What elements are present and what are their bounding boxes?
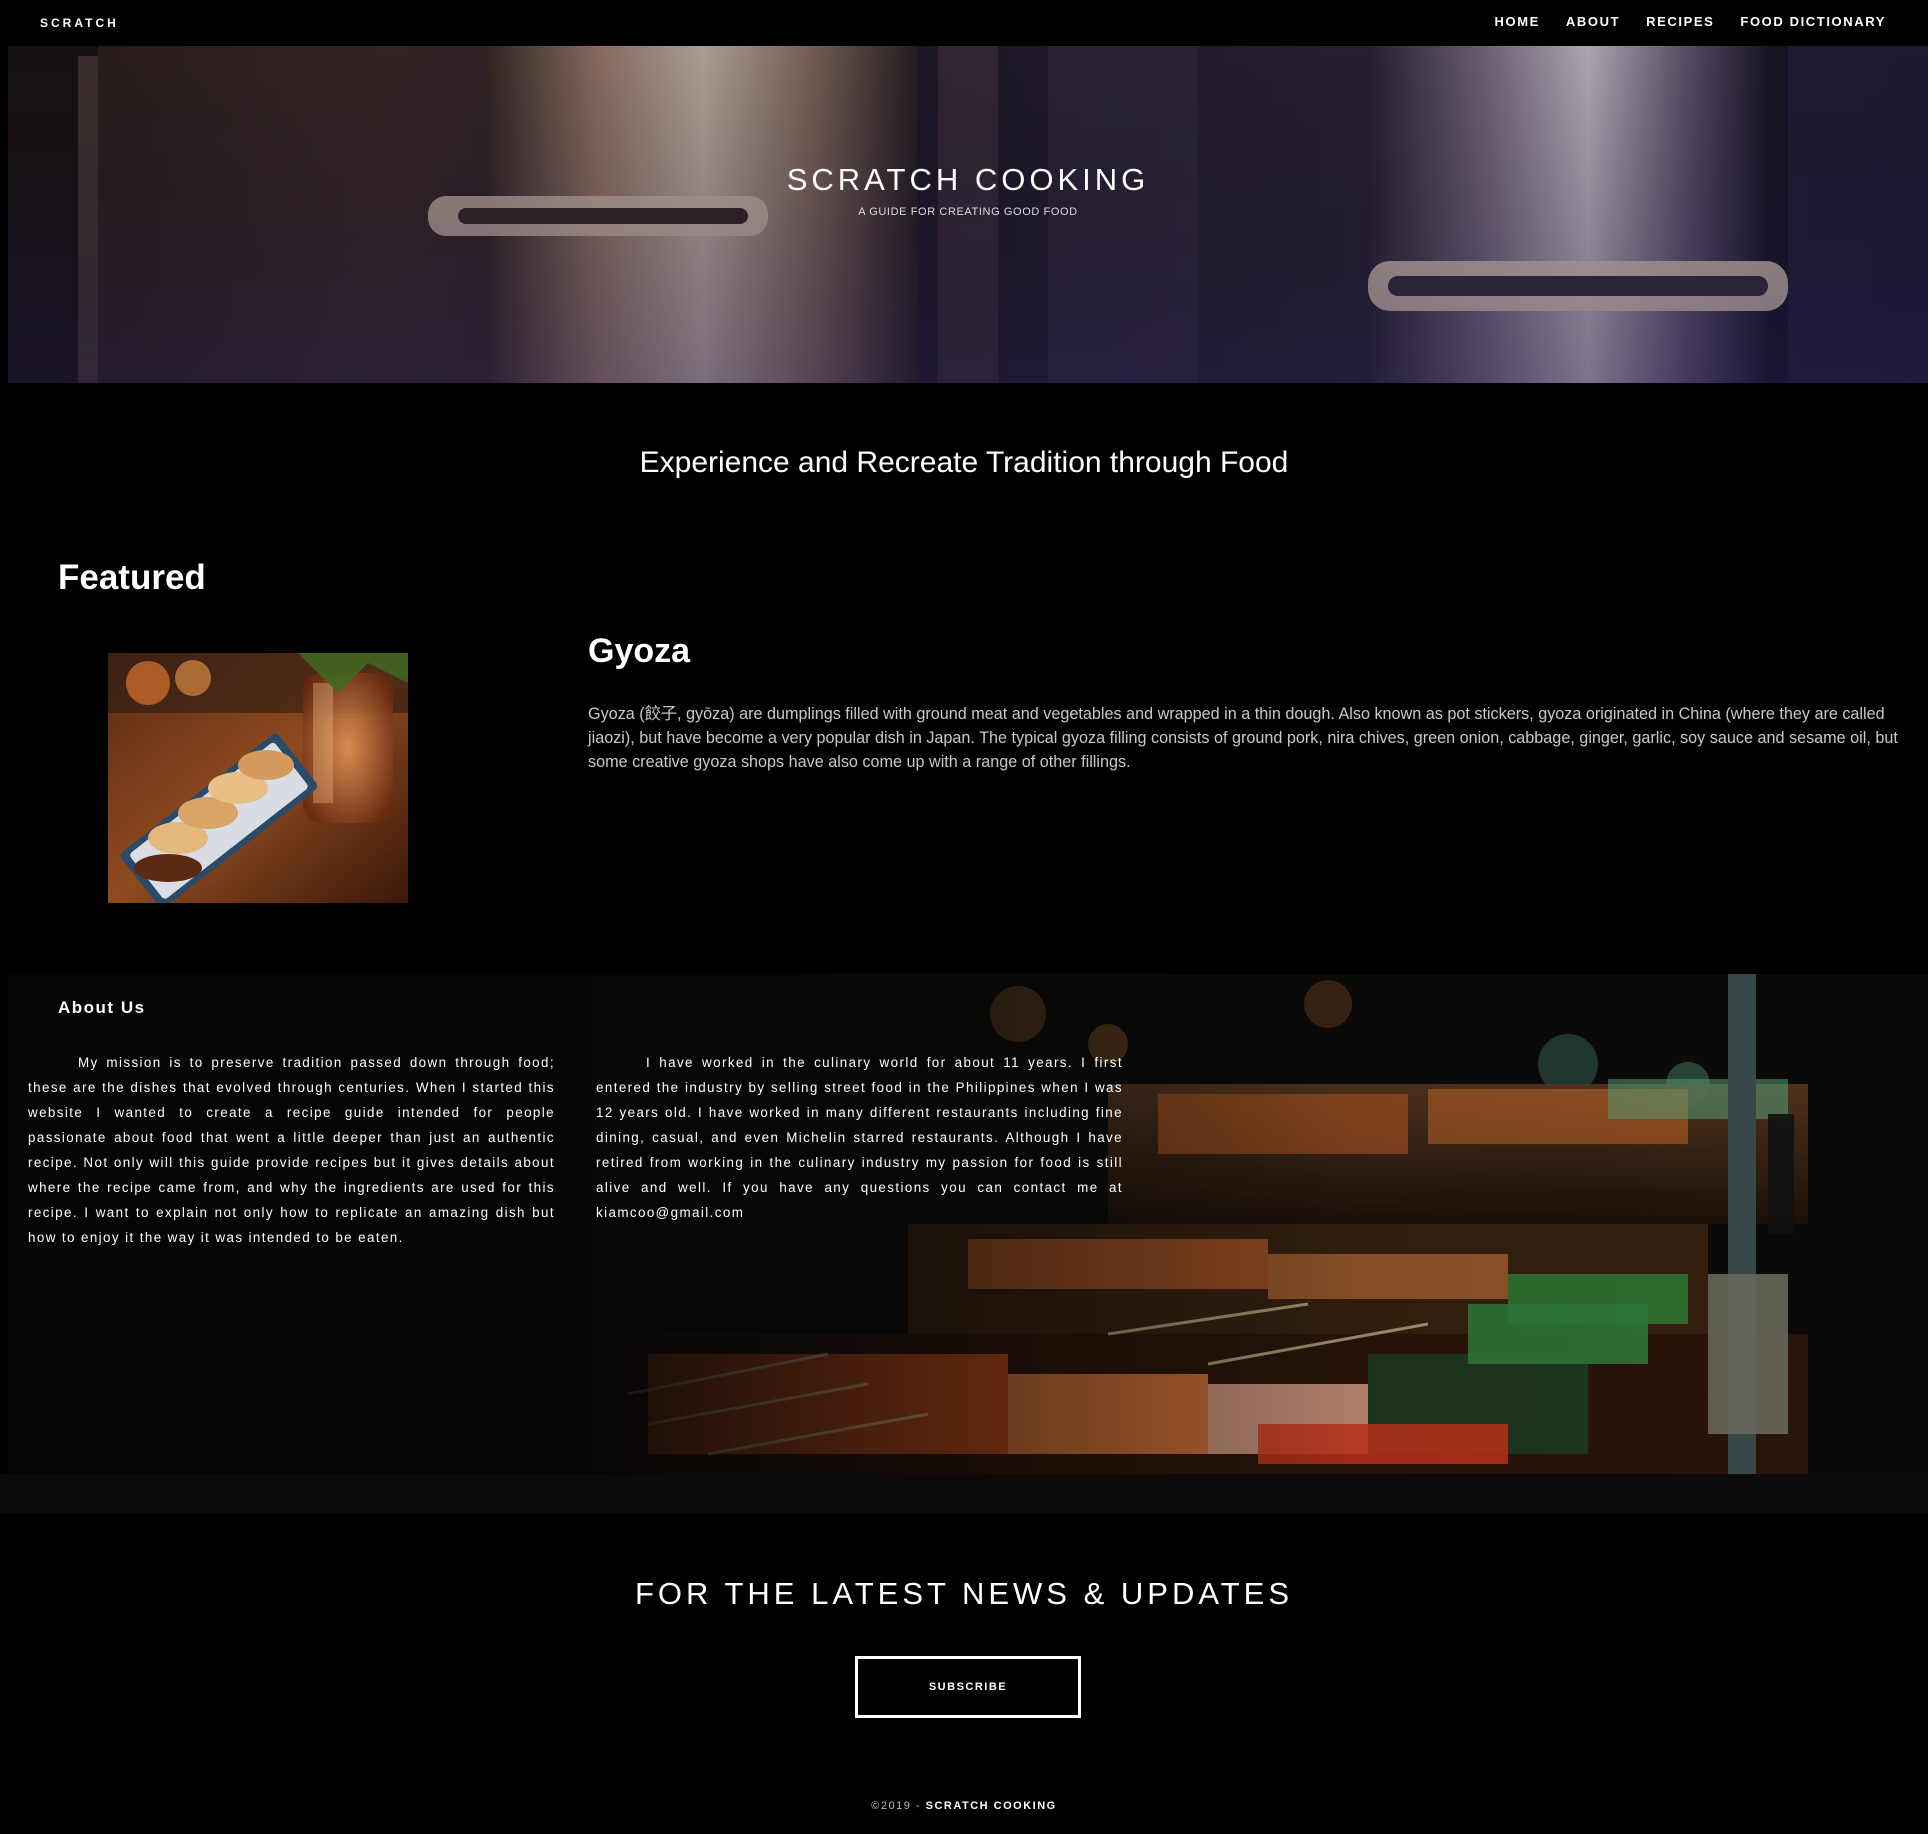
featured-recipe-title[interactable]: Gyoza	[588, 632, 690, 671]
footer: ©2019 - SCRATCH COOKING	[0, 1800, 1928, 1812]
about-mission-paragraph: My mission is to preserve tradition pass…	[28, 1055, 555, 1245]
nav-link-about[interactable]: ABOUT	[1566, 14, 1620, 29]
top-navbar: SCRATCH HOME ABOUT RECIPES FOOD DICTIONA…	[0, 0, 1928, 46]
nav-link-recipes[interactable]: RECIPES	[1646, 14, 1714, 29]
footer-copyright: ©2019 -	[871, 1800, 926, 1812]
tagline-heading: Experience and Recreate Tradition throug…	[639, 446, 1289, 479]
featured-gyoza-image[interactable]	[108, 653, 408, 903]
nav-link-food-dictionary[interactable]: FOOD DICTIONARY	[1740, 14, 1886, 29]
page: SCRATCH HOME ABOUT RECIPES FOOD DICTIONA…	[0, 0, 1928, 1834]
footer-brand: SCRATCH COOKING	[925, 1800, 1057, 1812]
hero-title: SCRATCH COOKING	[786, 162, 1150, 197]
about-heading: About Us	[58, 998, 146, 1017]
featured-heading: Featured	[58, 558, 206, 597]
hero-subtitle: A GUIDE FOR CREATING GOOD FOOD	[858, 206, 1078, 218]
section-divider-band	[0, 1474, 1928, 1514]
nav-link-home[interactable]: HOME	[1495, 14, 1540, 29]
hero-banner: SCRATCH COOKING A GUIDE FOR CREATING GOO…	[8, 46, 1928, 383]
brand-logo-link[interactable]: SCRATCH	[40, 16, 119, 30]
hero-text: SCRATCH COOKING A GUIDE FOR CREATING GOO…	[8, 162, 1928, 218]
about-section: About Us My mission is to preserve tradi…	[8, 974, 1928, 1474]
subscribe-button[interactable]: SUBSCRIBE	[855, 1656, 1081, 1718]
featured-recipe-description: Gyoza (餃子, gyōza) are dumplings filled w…	[588, 705, 1898, 771]
gyoza-photo	[108, 653, 408, 903]
newsletter-heading: FOR THE LATEST NEWS & UPDATES	[634, 1576, 1293, 1611]
nav-links: HOME ABOUT RECIPES FOOD DICTIONARY	[1495, 14, 1886, 29]
about-experience-paragraph: I have worked in the culinary world for …	[596, 1055, 1123, 1220]
